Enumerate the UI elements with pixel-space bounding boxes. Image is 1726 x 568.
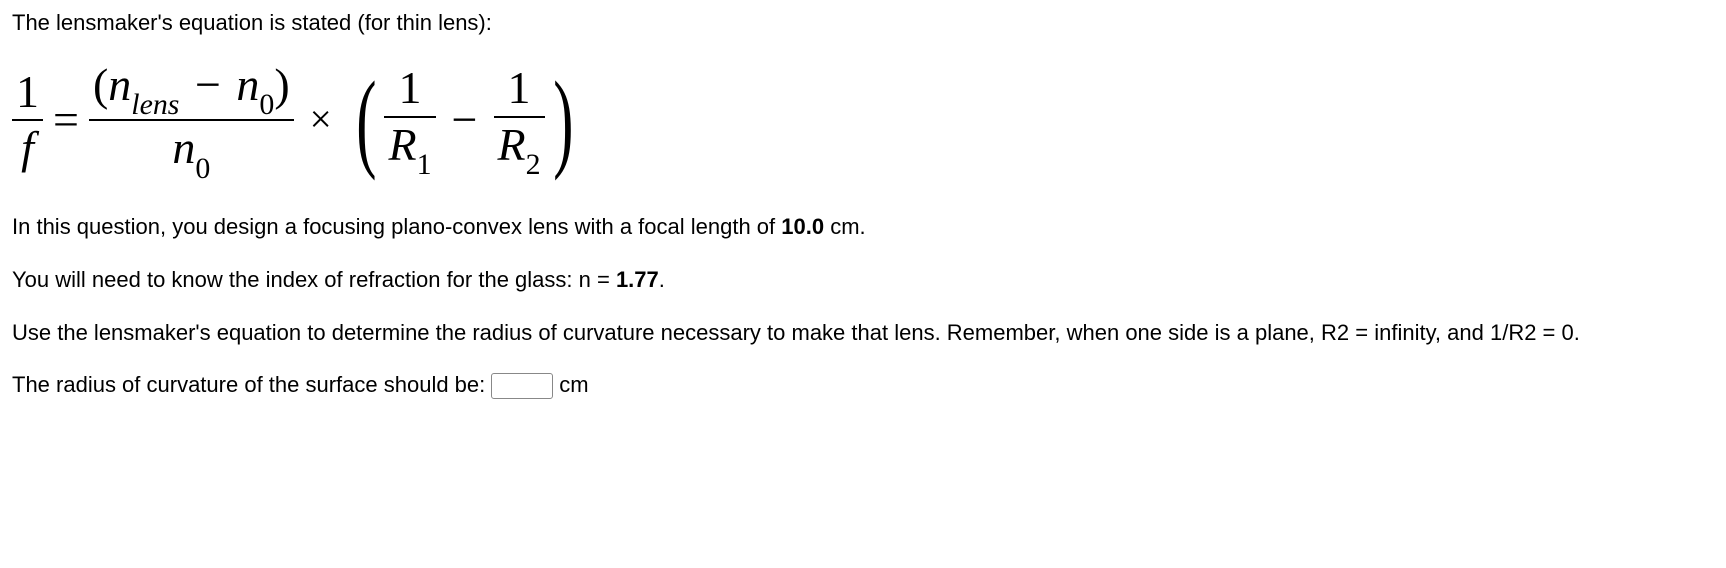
n-lens-var: n bbox=[108, 59, 131, 110]
radius-input[interactable] bbox=[491, 373, 553, 399]
lensmaker-equation: 1 f = (nlens − n0) n0 × ( 1 R1 − bbox=[12, 61, 1714, 180]
answer-row: The radius of curvature of the surface s… bbox=[12, 370, 1714, 401]
minus-sign: − bbox=[195, 59, 221, 110]
r2-sub: 2 bbox=[526, 148, 541, 181]
paren-close: ) bbox=[274, 59, 289, 110]
n0-sub-den: 0 bbox=[195, 152, 210, 185]
r2-var: R bbox=[498, 119, 526, 170]
denominator-f: f bbox=[17, 124, 38, 172]
den-r2: R2 bbox=[494, 121, 545, 177]
numerator-n-diff: (nlens − n0) bbox=[89, 61, 294, 117]
times-sign: × bbox=[310, 93, 332, 148]
answer-prompt: The radius of curvature of the surface s… bbox=[12, 370, 485, 401]
n-lens-sub: lens bbox=[131, 88, 179, 121]
fraction-1-over-r1: 1 R1 bbox=[384, 64, 435, 176]
big-paren-left: ( bbox=[356, 79, 376, 162]
n0-sub: 0 bbox=[259, 88, 274, 121]
index-refraction-text: You will need to know the index of refra… bbox=[12, 265, 1714, 296]
n0-var: n bbox=[236, 59, 259, 110]
num-1-r2: 1 bbox=[504, 64, 535, 112]
paren-group-radii: ( 1 R1 − 1 R2 ) bbox=[348, 64, 582, 176]
instruction-text: Use the lensmaker's equation to determin… bbox=[12, 318, 1714, 349]
p1-post: cm. bbox=[824, 214, 866, 239]
fraction-1-over-f: 1 f bbox=[12, 68, 43, 173]
equals-sign: = bbox=[53, 88, 79, 152]
r1-sub: 1 bbox=[417, 148, 432, 181]
p2-pre: You will need to know the index of refra… bbox=[12, 267, 616, 292]
p2-post: . bbox=[659, 267, 665, 292]
intro-text: The lensmaker's equation is stated (for … bbox=[12, 8, 1714, 39]
numerator-1: 1 bbox=[12, 68, 43, 116]
denominator-n0: n0 bbox=[168, 124, 214, 180]
minus-sign-radii: − bbox=[452, 88, 478, 152]
den-r1: R1 bbox=[384, 121, 435, 177]
focal-length-text: In this question, you design a focusing … bbox=[12, 212, 1714, 243]
r1-var: R bbox=[388, 119, 416, 170]
answer-unit: cm bbox=[559, 370, 588, 401]
n0-var-den: n bbox=[172, 122, 195, 173]
fraction-1-over-r2: 1 R2 bbox=[494, 64, 545, 176]
paren-open: ( bbox=[93, 59, 108, 110]
fraction-n-diff: (nlens − n0) n0 bbox=[89, 61, 294, 180]
num-1-r1: 1 bbox=[395, 64, 426, 112]
big-paren-right: ) bbox=[553, 79, 573, 162]
p1-pre: In this question, you design a focusing … bbox=[12, 214, 781, 239]
focal-length-value: 10.0 bbox=[781, 214, 824, 239]
index-refraction-value: 1.77 bbox=[616, 267, 659, 292]
